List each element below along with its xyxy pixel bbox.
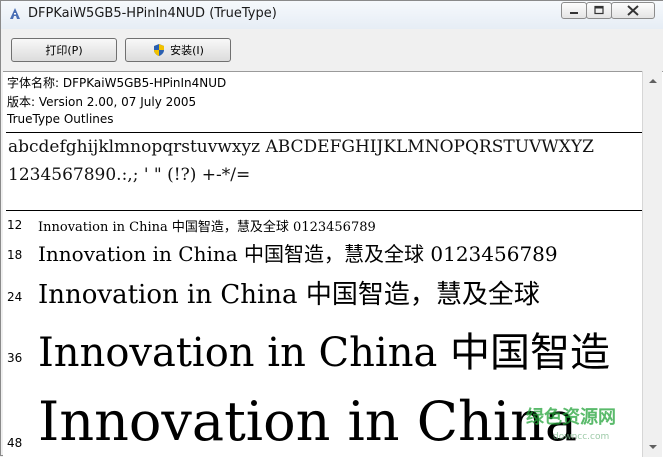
size-label: 48 <box>7 436 23 450</box>
font-viewer-window: DFPKaiW5GB5-HPinIn4NUD (TrueType) 打印(P) <box>0 0 663 457</box>
size-label: 18 <box>7 248 23 262</box>
font-preview-area: 字体名称: DFPKaiW5GB5-HPinIn4NUD 版本: Version… <box>3 71 663 457</box>
install-button-label: 安装(I) <box>170 44 204 57</box>
size-label: 36 <box>7 351 23 365</box>
print-button-label: 打印(P) <box>45 44 83 57</box>
divider-top <box>6 132 644 133</box>
watermark-logo: 绿色资源网 <box>526 407 616 428</box>
sample-text: Innovation in China 中国智造，慧及全球 <box>38 280 540 310</box>
scroll-up-arrow-icon[interactable] <box>645 73 661 89</box>
sample-text: Innovation in China 中国智造 <box>38 330 611 376</box>
uac-shield-icon <box>154 44 165 56</box>
divider-bottom <box>6 210 644 211</box>
font-app-icon <box>10 8 20 19</box>
outline-type-info: TrueType Outlines <box>7 112 114 126</box>
maximize-icon <box>594 5 604 15</box>
scroll-down-arrow-icon[interactable] <box>645 439 661 455</box>
sample-text: Innovation in China <box>38 390 578 453</box>
version-info: 版本: Version 2.00, 07 July 2005 <box>7 95 197 109</box>
title-bar[interactable]: DFPKaiW5GB5-HPinIn4NUD (TrueType) <box>1 1 663 29</box>
size-label: 24 <box>7 290 23 304</box>
toolbar: 打印(P) 安装(I) <box>1 29 663 71</box>
watermark-url: downcc.com <box>553 432 610 442</box>
install-button[interactable]: 安装(I) <box>125 38 231 62</box>
close-icon <box>627 5 639 16</box>
maximize-button[interactable] <box>586 2 612 19</box>
minimize-icon <box>570 12 578 14</box>
window-title: DFPKaiW5GB5-HPinIn4NUD (TrueType) <box>28 6 277 21</box>
vertical-scrollbar[interactable] <box>642 71 662 457</box>
sample-text: Innovation in China 中国智造，慧及全球 0123456789 <box>38 220 376 235</box>
size-label: 12 <box>7 218 23 232</box>
close-button[interactable] <box>611 2 655 19</box>
minimize-button[interactable] <box>561 2 587 19</box>
sample-text: Innovation in China 中国智造，慧及全球 0123456789 <box>38 242 558 266</box>
charset-letters: abcdefghijklmnopqrstuvwxyz ABCDEFGHIJKLM… <box>8 137 594 157</box>
charset-digits-symbols: 1234567890.:,; ' " (!?) +-*/= <box>8 165 251 185</box>
font-name-info: 字体名称: DFPKaiW5GB5-HPinIn4NUD <box>7 76 227 90</box>
print-button[interactable]: 打印(P) <box>11 38 117 62</box>
